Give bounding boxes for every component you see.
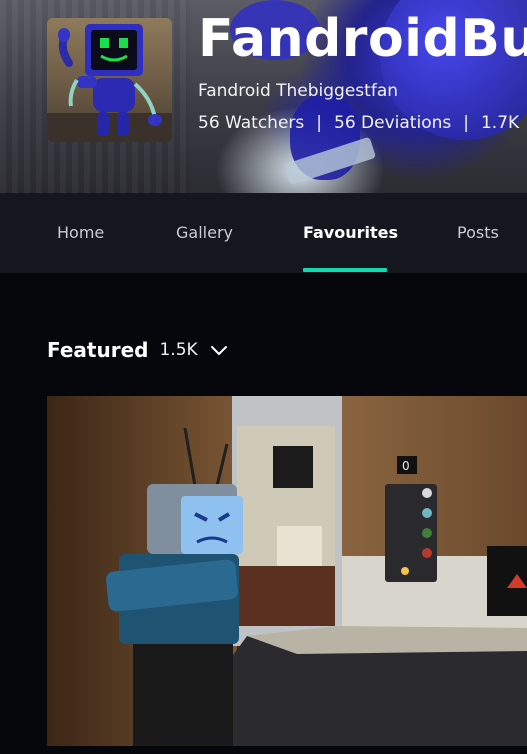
active-tab-indicator (303, 268, 387, 272)
avatar[interactable] (47, 18, 172, 142)
watchers-count[interactable]: 56 Watchers (198, 113, 304, 133)
stats-separator: | (316, 113, 323, 133)
profile-nav: Home Gallery Favourites Posts (0, 193, 527, 273)
featured-title: Featured (47, 338, 149, 362)
chevron-down-icon[interactable] (210, 344, 228, 356)
featured-deviation-image[interactable]: 0 (47, 396, 527, 746)
deviations-count[interactable]: 56 Deviations (334, 113, 451, 133)
tab-gallery[interactable]: Gallery (176, 193, 233, 273)
tab-favourites[interactable]: Favourites (303, 193, 398, 273)
real-name: Fandroid Thebiggestfan (198, 81, 399, 101)
featured-count: 1.5K (159, 340, 198, 360)
robot-avatar-icon (47, 24, 172, 142)
profile-stats: 56 Watchers | 56 Deviations | 1.7K (198, 112, 519, 134)
username[interactable]: FandroidBu (198, 6, 527, 72)
tab-posts[interactable]: Posts (457, 193, 499, 273)
featured-image-scene: 0 (47, 396, 527, 746)
tab-home[interactable]: Home (57, 193, 104, 273)
stats-separator: | (463, 113, 469, 133)
elevator-floor-number: 0 (402, 459, 410, 473)
featured-header[interactable]: Featured 1.5K (47, 336, 228, 364)
favourites-count[interactable]: 1.7K (481, 113, 519, 133)
